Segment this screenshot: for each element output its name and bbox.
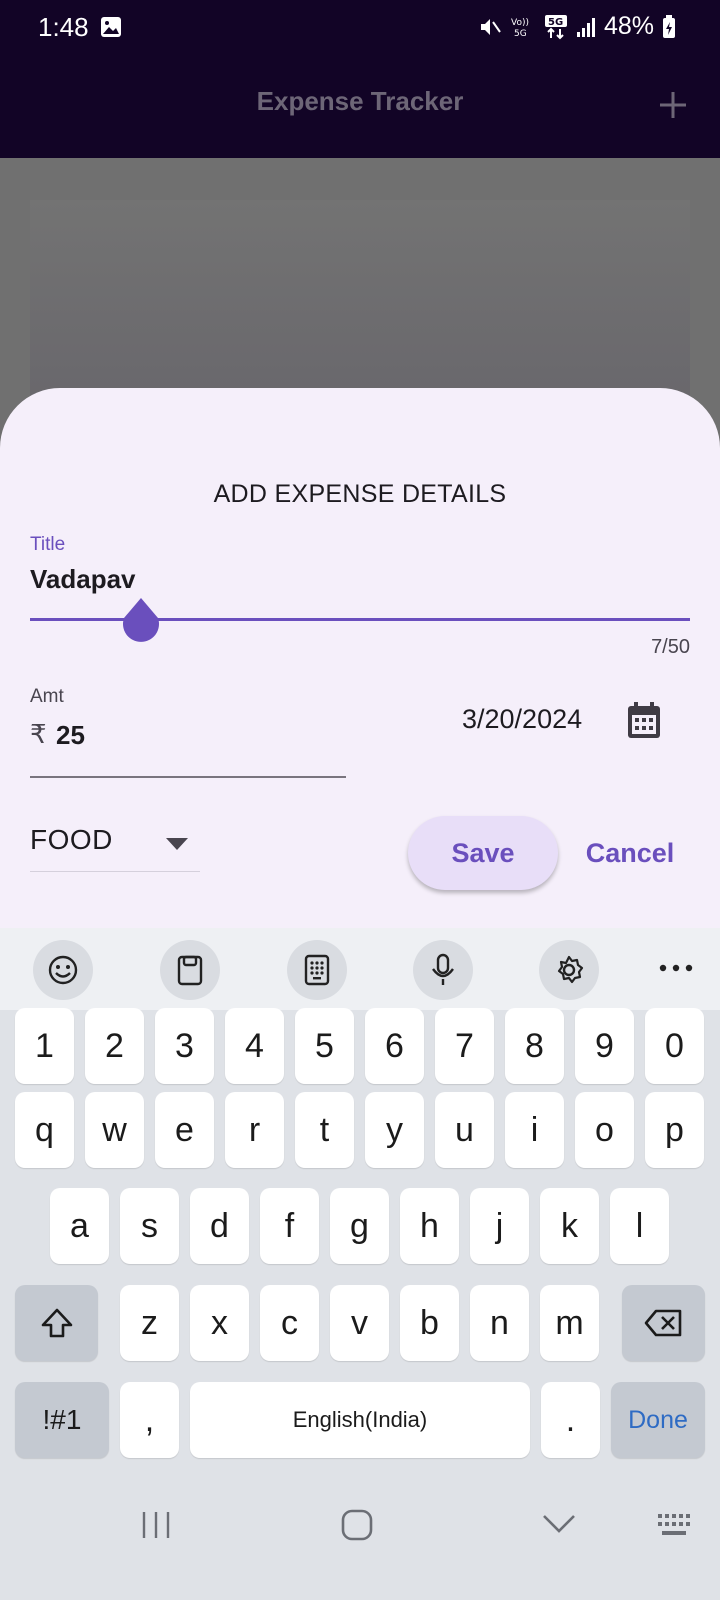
keyboard-toolbar: [0, 928, 720, 1010]
chevron-down-icon: [166, 838, 188, 850]
key-6[interactable]: 6: [365, 1008, 424, 1084]
battery-percent: 48%: [603, 12, 654, 40]
key-h[interactable]: h: [400, 1188, 459, 1264]
clipboard-icon: [177, 955, 203, 986]
svg-text:5G: 5G: [514, 29, 527, 39]
key-m[interactable]: m: [540, 1285, 599, 1361]
keypad-button[interactable]: [287, 940, 347, 1000]
key-5[interactable]: 5: [295, 1008, 354, 1084]
key-2[interactable]: 2: [85, 1008, 144, 1084]
emoji-icon: [48, 955, 78, 985]
mic-icon: [432, 953, 454, 985]
symbols-key[interactable]: !#1: [15, 1382, 109, 1458]
key-y[interactable]: y: [365, 1092, 424, 1168]
volte-icon: Vo)) 5G: [511, 18, 529, 39]
back-icon[interactable]: [542, 1514, 576, 1534]
signal-icon: [576, 17, 595, 37]
category-selected: FOOD: [30, 824, 113, 855]
key-e[interactable]: e: [155, 1092, 214, 1168]
shift-key[interactable]: [15, 1285, 98, 1361]
key-v[interactable]: v: [330, 1285, 389, 1361]
selected-date: 3/20/2024: [462, 704, 583, 734]
backspace-icon: [644, 1309, 681, 1337]
sheet-heading: ADD EXPENSE DETAILS: [213, 480, 507, 508]
app-bar: Expense Tracker: [0, 56, 720, 158]
emoji-button[interactable]: [33, 940, 93, 1000]
keypad-icon: [304, 954, 330, 986]
keyboard-switch-icon[interactable]: [656, 1512, 692, 1538]
key-l[interactable]: l: [610, 1188, 669, 1264]
key-a[interactable]: a: [50, 1188, 109, 1264]
done-key[interactable]: Done: [611, 1382, 705, 1458]
amount-field-label: Amt: [30, 686, 64, 707]
5g-data-icon: 5G: [544, 14, 567, 39]
save-button[interactable]: Save: [408, 816, 558, 890]
key-f[interactable]: f: [260, 1188, 319, 1264]
svg-text:Vo)): Vo)): [511, 18, 529, 28]
calendar-icon[interactable]: [626, 702, 662, 740]
settings-icon: [557, 955, 584, 984]
key-i[interactable]: i: [505, 1092, 564, 1168]
key-j[interactable]: j: [470, 1188, 529, 1264]
keyboard-more-button[interactable]: [656, 950, 696, 986]
key-3[interactable]: 3: [155, 1008, 214, 1084]
battery-icon: [663, 14, 675, 38]
key-8[interactable]: 8: [505, 1008, 564, 1084]
svg-text:5G: 5G: [548, 17, 563, 28]
amount-input[interactable]: 25: [56, 720, 85, 751]
text-cursor-handle[interactable]: [120, 596, 162, 646]
status-icons: Vo)) 5G 5G 48%: [478, 12, 676, 41]
voice-input-button[interactable]: [413, 940, 473, 1000]
status-bar: 1:48 Vo)) 5G 5G 48%: [0, 0, 720, 56]
backspace-key[interactable]: [622, 1285, 705, 1361]
gallery-icon: [101, 17, 121, 37]
add-icon[interactable]: [654, 86, 692, 124]
key-z[interactable]: z: [120, 1285, 179, 1361]
key-x[interactable]: x: [190, 1285, 249, 1361]
key-c[interactable]: c: [260, 1285, 319, 1361]
keyboard-settings-button[interactable]: [539, 940, 599, 1000]
key-q[interactable]: q: [15, 1092, 74, 1168]
space-key[interactable]: English(India): [190, 1382, 530, 1458]
key-n[interactable]: n: [470, 1285, 529, 1361]
key-9[interactable]: 9: [575, 1008, 634, 1084]
key-k[interactable]: k: [540, 1188, 599, 1264]
key-0[interactable]: 0: [645, 1008, 704, 1084]
add-expense-sheet: ADD EXPENSE DETAILS Title Vadapav 7/50 A…: [0, 388, 720, 948]
key-7[interactable]: 7: [435, 1008, 494, 1084]
more-icon: [659, 964, 693, 972]
key-s[interactable]: s: [120, 1188, 179, 1264]
amount-input-underline: [30, 776, 346, 778]
key-w[interactable]: w: [85, 1092, 144, 1168]
recents-icon[interactable]: [140, 1510, 172, 1540]
key-o[interactable]: o: [575, 1092, 634, 1168]
key-1[interactable]: 1: [15, 1008, 74, 1084]
home-icon[interactable]: [340, 1508, 374, 1542]
key-p[interactable]: p: [645, 1092, 704, 1168]
key-g[interactable]: g: [330, 1188, 389, 1264]
key-t[interactable]: t: [295, 1092, 354, 1168]
key-d[interactable]: d: [190, 1188, 249, 1264]
key-r[interactable]: r: [225, 1092, 284, 1168]
status-time: 1:48: [38, 12, 89, 42]
category-dropdown[interactable]: FOOD: [30, 808, 200, 872]
key-u[interactable]: u: [435, 1092, 494, 1168]
title-char-counter: 7/50: [651, 636, 690, 658]
title-input[interactable]: Vadapav: [30, 564, 136, 595]
rupee-prefix: ₹: [30, 720, 47, 750]
app-title: Expense Tracker: [256, 86, 464, 116]
period-key[interactable]: .: [541, 1382, 600, 1458]
key-4[interactable]: 4: [225, 1008, 284, 1084]
mute-icon: [480, 18, 501, 35]
cancel-button[interactable]: Cancel: [570, 816, 690, 890]
comma-key[interactable]: ,: [120, 1382, 179, 1458]
title-field-label: Title: [30, 534, 66, 555]
key-b[interactable]: b: [400, 1285, 459, 1361]
clipboard-button[interactable]: [160, 940, 220, 1000]
shift-icon: [41, 1308, 72, 1338]
